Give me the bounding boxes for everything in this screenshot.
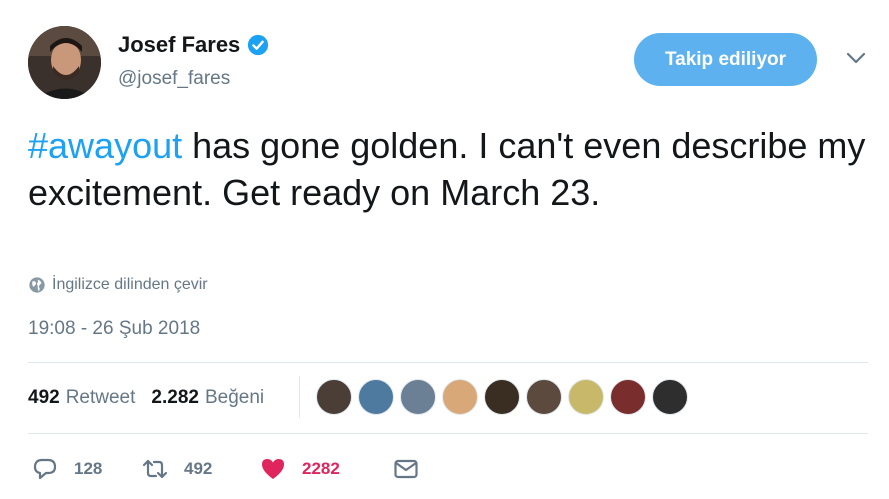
- liker-avatar[interactable]: [484, 379, 520, 415]
- avatar-image: [28, 26, 101, 99]
- author-name[interactable]: Josef Fares: [118, 32, 240, 58]
- tweet-actions: 128 492 2282: [32, 456, 435, 482]
- stats-separator: [299, 376, 300, 418]
- globe-icon: [29, 277, 45, 293]
- reply-count: 128: [74, 459, 103, 478]
- heart-icon: [262, 459, 284, 479]
- liker-avatar[interactable]: [358, 379, 394, 415]
- reply-icon: [33, 458, 57, 480]
- liker-avatar[interactable]: [442, 379, 478, 415]
- author-name-row: Josef Fares: [118, 32, 269, 58]
- tweet-stats: 492 Retweet 2.282 Beğeni: [28, 387, 280, 409]
- retweets-label[interactable]: Retweet: [66, 387, 136, 409]
- translate-label: İngilizce dilinden çevir: [52, 276, 208, 293]
- like-button[interactable]: 2282: [260, 456, 393, 482]
- liker-avatars: [316, 379, 694, 415]
- divider-top: [28, 362, 868, 363]
- divider-bottom: [28, 433, 868, 434]
- author-handle[interactable]: @josef_fares: [118, 68, 230, 90]
- author-avatar[interactable]: [28, 26, 101, 99]
- liker-avatar[interactable]: [400, 379, 436, 415]
- hashtag-link[interactable]: #awayout: [28, 125, 182, 166]
- liker-avatar[interactable]: [610, 379, 646, 415]
- envelope-icon: [394, 459, 418, 479]
- tweet-text: #awayout has gone golden. I can't even d…: [28, 122, 868, 216]
- retweet-icon: [142, 459, 168, 479]
- reply-button[interactable]: 128: [32, 456, 142, 482]
- direct-message-button[interactable]: [393, 456, 435, 482]
- retweets-count[interactable]: 492: [28, 387, 60, 409]
- tweet-timestamp[interactable]: 19:08 - 26 Şub 2018: [28, 318, 200, 340]
- likes-label[interactable]: Beğeni: [205, 387, 264, 409]
- like-count: 2282: [302, 459, 340, 478]
- chevron-down-icon[interactable]: [844, 50, 868, 66]
- retweet-button[interactable]: 492: [142, 456, 260, 482]
- liker-avatar[interactable]: [652, 379, 688, 415]
- liker-avatar[interactable]: [316, 379, 352, 415]
- retweet-count: 492: [184, 459, 213, 478]
- verified-badge-icon: [248, 34, 269, 56]
- translate-link[interactable]: İngilizce dilinden çevir: [28, 276, 208, 294]
- following-button[interactable]: Takip ediliyor: [634, 33, 817, 86]
- likes-count[interactable]: 2.282: [151, 387, 199, 409]
- liker-avatar[interactable]: [526, 379, 562, 415]
- liker-avatar[interactable]: [568, 379, 604, 415]
